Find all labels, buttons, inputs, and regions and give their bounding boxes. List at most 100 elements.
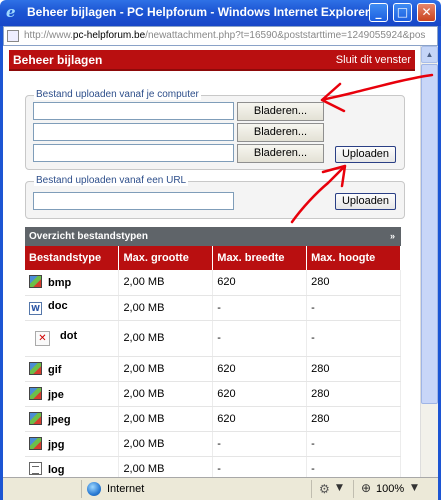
type-ext: dot <box>60 330 78 342</box>
height-cell: - <box>306 320 401 357</box>
width-cell: 620 <box>212 406 308 432</box>
scroll-up-arrow-icon[interactable]: ▲ <box>421 46 438 63</box>
type-ext: bmp <box>48 277 72 290</box>
size-cell: 2,00 MB <box>118 270 214 296</box>
height-cell: - <box>306 295 401 321</box>
status-divider <box>81 480 82 498</box>
file-types-title: Overzicht bestandstypen » <box>25 227 401 246</box>
upload-computer-fieldset: Bestand uploaden vanaf je computer Blade… <box>25 89 405 170</box>
table-row: jpe 2,00 MB 620 280 <box>25 381 401 407</box>
type-cell: ✕ dot <box>25 320 120 357</box>
size-cell: 2,00 MB <box>118 431 214 457</box>
upload-url-fieldset: Bestand uploaden vanaf een URL Uploaden <box>25 175 405 219</box>
type-cell: Wdoc <box>25 295 120 321</box>
width-cell: 620 <box>212 381 308 407</box>
image-file-icon <box>29 275 42 289</box>
type-ext: doc <box>48 300 68 312</box>
height-cell: - <box>306 431 401 457</box>
size-cell: 2,00 MB <box>118 295 214 321</box>
table-row: bmp 2,00 MB 620 280 <box>25 270 401 296</box>
file-path-input-3[interactable] <box>33 144 234 162</box>
upload-computer-legend: Bestand uploaden vanaf je computer <box>34 89 201 100</box>
page-title: Beheer bijlagen <box>13 53 103 67</box>
status-divider <box>311 480 312 498</box>
upload-url-button[interactable]: Uploaden <box>335 193 396 210</box>
text-file-icon <box>29 461 42 475</box>
image-file-icon <box>29 386 42 400</box>
file-types-title-text: Overzicht bestandstypen <box>29 231 148 242</box>
scroll-thumb[interactable] <box>421 64 438 404</box>
browse-button-3[interactable]: Bladeren... <box>237 144 324 163</box>
zoom-level[interactable]: 100% <box>376 483 404 495</box>
type-cell: jpeg <box>25 406 120 432</box>
vertical-scrollbar[interactable]: ▲ <box>420 46 438 477</box>
internet-explorer-icon: e <box>6 3 16 21</box>
height-cell: 280 <box>306 356 401 382</box>
close-window-button[interactable]: ✕ <box>417 3 436 22</box>
width-cell: - <box>212 320 308 357</box>
file-types-table: Bestandstype Max. grootte Max. breedte M… <box>25 246 401 477</box>
height-cell: - <box>306 456 401 477</box>
chevron-down-icon[interactable]: ▼ <box>411 483 418 493</box>
broken-image-icon: ✕ <box>35 331 50 346</box>
close-window-link[interactable]: Sluit dit venster <box>336 54 411 66</box>
page-header: Beheer bijlagen Sluit dit venster <box>9 50 415 71</box>
window-titlebar: e Beheer bijlagen - PC Helpforum - Windo… <box>0 0 441 26</box>
browse-button-2[interactable]: Bladeren... <box>237 123 324 142</box>
status-bar: Internet ⚙ ▼ ⊕ 100% ▼ <box>3 477 438 500</box>
word-document-icon: W <box>29 302 42 315</box>
size-cell: 2,00 MB <box>118 381 214 407</box>
type-cell: bmp <box>25 270 120 296</box>
table-header-row: Bestandstype Max. grootte Max. breedte M… <box>25 246 401 270</box>
chevron-down-icon[interactable]: ▼ <box>336 483 343 493</box>
url-input[interactable] <box>33 192 234 210</box>
page-icon <box>7 30 19 42</box>
column-header-height: Max. hoogte <box>306 246 401 270</box>
upload-url-legend: Bestand uploaden vanaf een URL <box>34 175 189 186</box>
type-ext: jpeg <box>48 413 71 426</box>
column-header-type: Bestandstype <box>25 246 120 270</box>
type-cell: jpe <box>25 381 120 407</box>
width-cell: 620 <box>212 356 308 382</box>
image-file-icon <box>29 361 42 375</box>
width-cell: - <box>212 431 308 457</box>
file-path-input-2[interactable] <box>33 123 234 141</box>
security-zone-text: Internet <box>107 483 145 495</box>
type-ext: log <box>48 463 65 476</box>
address-bar[interactable]: http://www.pc-helpforum.be/newattachment… <box>3 26 438 46</box>
browse-button-1[interactable]: Bladeren... <box>237 102 324 121</box>
width-cell: 620 <box>212 270 308 296</box>
table-row: log 2,00 MB - - <box>25 456 401 477</box>
upload-computer-button[interactable]: Uploaden <box>335 146 396 163</box>
height-cell: 280 <box>306 270 401 296</box>
type-ext: gif <box>48 363 62 376</box>
minimize-button[interactable]: _ <box>369 3 388 22</box>
image-file-icon <box>29 411 42 425</box>
column-header-width: Max. breedte <box>212 246 308 270</box>
table-row: gif 2,00 MB 620 280 <box>25 356 401 382</box>
height-cell: 280 <box>306 381 401 407</box>
image-file-icon <box>29 436 42 450</box>
page-content: Beheer bijlagen Sluit dit venster Bestan… <box>3 46 420 477</box>
type-ext: jpg <box>48 438 65 451</box>
internet-globe-icon <box>87 482 101 496</box>
size-cell: 2,00 MB <box>118 456 214 477</box>
table-row: ✕ dot 2,00 MB - - <box>25 320 401 357</box>
size-cell: 2,00 MB <box>118 356 214 382</box>
address-url[interactable]: http://www.pc-helpforum.be/newattachment… <box>24 30 434 41</box>
table-row: Wdoc 2,00 MB - - <box>25 295 401 321</box>
file-path-input-1[interactable] <box>33 102 234 120</box>
protected-mode-icon[interactable]: ⚙ <box>319 482 330 496</box>
window-title: Beheer bijlagen - PC Helpforum - Windows… <box>27 5 370 19</box>
status-divider <box>353 480 354 498</box>
size-cell: 2,00 MB <box>118 406 214 432</box>
collapse-icon[interactable]: » <box>390 227 395 246</box>
maximize-button[interactable]: □ <box>393 3 412 22</box>
table-row: jpg 2,00 MB - - <box>25 431 401 457</box>
zoom-icon[interactable]: ⊕ <box>361 481 371 495</box>
height-cell: 280 <box>306 406 401 432</box>
type-cell: gif <box>25 356 120 382</box>
width-cell: - <box>212 295 308 321</box>
type-ext: jpe <box>48 388 64 401</box>
column-header-size: Max. grootte <box>118 246 214 270</box>
